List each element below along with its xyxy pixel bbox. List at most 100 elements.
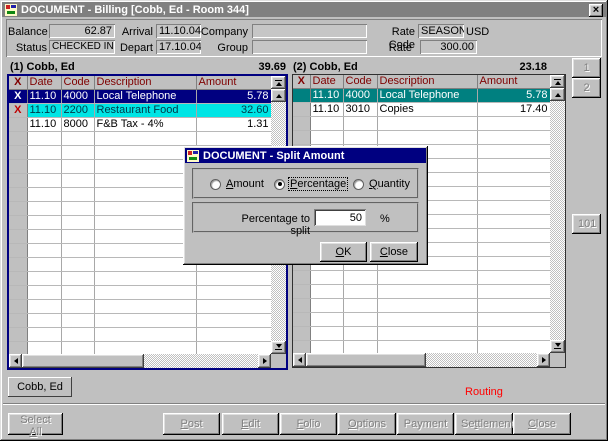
cell-description[interactable]: [94, 327, 196, 341]
cell-date[interactable]: 11.10: [27, 89, 61, 103]
cell-description[interactable]: [377, 312, 477, 326]
dialog-close-button[interactable]: Close: [370, 242, 418, 262]
cell-date[interactable]: [27, 131, 61, 145]
table-row[interactable]: [9, 285, 271, 299]
cell-code[interactable]: 2200: [61, 103, 94, 117]
cell-description[interactable]: Local Telephone: [377, 88, 477, 102]
cell-date[interactable]: [310, 298, 343, 312]
row-select-mark[interactable]: [293, 88, 310, 102]
table-row[interactable]: [9, 341, 271, 355]
row-select-mark[interactable]: [293, 130, 310, 144]
cell-code[interactable]: [343, 312, 377, 326]
cell-code[interactable]: 8000: [61, 117, 94, 131]
row-select-mark[interactable]: [293, 298, 310, 312]
scroll-to-top-icon[interactable]: [271, 76, 286, 89]
row-select-mark[interactable]: X: [9, 103, 27, 117]
row-select-mark[interactable]: [9, 327, 27, 341]
row-select-mark[interactable]: [293, 270, 310, 284]
cell-amount[interactable]: [477, 214, 550, 228]
cell-date[interactable]: [27, 243, 61, 257]
table-row[interactable]: [293, 340, 550, 354]
group-field[interactable]: [252, 40, 367, 54]
cell-code[interactable]: [343, 326, 377, 340]
row-select-mark[interactable]: [9, 131, 27, 145]
row-select-mark[interactable]: [9, 117, 27, 131]
cell-code[interactable]: [61, 187, 94, 201]
table-row[interactable]: [9, 131, 271, 145]
cell-date[interactable]: [310, 130, 343, 144]
table-row[interactable]: [9, 327, 271, 341]
cell-description[interactable]: Local Telephone: [94, 89, 196, 103]
scroll-right-icon[interactable]: [258, 354, 271, 368]
cell-date[interactable]: [310, 312, 343, 326]
table-row[interactable]: 11.103010Copies17.40: [293, 102, 550, 116]
percentage-input[interactable]: [314, 209, 366, 226]
scrollbar-track[interactable]: [426, 353, 537, 367]
cell-code[interactable]: [61, 257, 94, 271]
cell-amount[interactable]: [477, 256, 550, 270]
dialog-titlebar[interactable]: DOCUMENT - Split Amount: [185, 148, 426, 163]
scroll-up-icon[interactable]: [550, 88, 565, 101]
cell-amount[interactable]: [477, 284, 550, 298]
cell-description[interactable]: Copies: [377, 102, 477, 116]
scrollbar-thumb[interactable]: [306, 353, 426, 367]
cell-description[interactable]: [377, 270, 477, 284]
cell-amount[interactable]: [477, 340, 550, 354]
tab-cobb-ed[interactable]: Cobb, Ed: [8, 377, 72, 397]
cell-amount[interactable]: [196, 131, 271, 145]
table-row[interactable]: 11.104000Local Telephone5.78: [293, 88, 550, 102]
cell-code[interactable]: 4000: [61, 89, 94, 103]
cell-amount[interactable]: [477, 144, 550, 158]
cell-amount[interactable]: [196, 327, 271, 341]
close-icon[interactable]: ×: [589, 4, 603, 17]
cell-amount[interactable]: [477, 186, 550, 200]
cell-description[interactable]: [377, 298, 477, 312]
cell-description[interactable]: [94, 299, 196, 313]
radio-button-icon[interactable]: [210, 179, 221, 190]
cell-code[interactable]: [61, 131, 94, 145]
select-all-button[interactable]: Select All: [8, 413, 63, 435]
row-select-mark[interactable]: [9, 313, 27, 327]
scroll-left-icon[interactable]: [293, 353, 306, 367]
cell-amount[interactable]: [477, 130, 550, 144]
scroll-to-top-icon[interactable]: [550, 75, 565, 88]
cell-amount[interactable]: [477, 298, 550, 312]
cell-amount[interactable]: [477, 312, 550, 326]
vertical-scrollbar[interactable]: [550, 75, 565, 353]
cell-code[interactable]: [343, 270, 377, 284]
cell-amount[interactable]: [196, 285, 271, 299]
table-row[interactable]: [9, 299, 271, 313]
row-select-mark[interactable]: [9, 187, 27, 201]
cell-code[interactable]: [61, 271, 94, 285]
scroll-left-icon[interactable]: [9, 354, 22, 368]
table-row[interactable]: [293, 298, 550, 312]
row-select-mark[interactable]: [9, 285, 27, 299]
cell-code[interactable]: [61, 313, 94, 327]
cell-code[interactable]: [343, 298, 377, 312]
cell-amount[interactable]: [196, 299, 271, 313]
row-select-mark[interactable]: [293, 312, 310, 326]
cell-amount[interactable]: [196, 271, 271, 285]
table-row[interactable]: 11.108000F&B Tax - 4%1.31: [9, 117, 271, 131]
cell-date[interactable]: [27, 299, 61, 313]
table-row[interactable]: [293, 326, 550, 340]
cell-amount[interactable]: 17.40: [477, 102, 550, 116]
ok-button[interactable]: OK: [320, 242, 367, 262]
cell-amount[interactable]: [477, 228, 550, 242]
cell-code[interactable]: [343, 116, 377, 130]
cell-amount[interactable]: [477, 326, 550, 340]
cell-amount[interactable]: [477, 270, 550, 284]
cell-description[interactable]: [377, 326, 477, 340]
cell-amount[interactable]: 32.60: [196, 103, 271, 117]
row-select-mark[interactable]: [293, 326, 310, 340]
radio-button-icon[interactable]: [353, 179, 364, 190]
cell-description[interactable]: [377, 116, 477, 130]
scroll-to-bottom-icon[interactable]: [271, 341, 286, 354]
cell-amount[interactable]: [477, 242, 550, 256]
cell-description[interactable]: [94, 187, 196, 201]
cell-code[interactable]: [343, 284, 377, 298]
horizontal-scrollbar[interactable]: [293, 353, 550, 367]
cell-code[interactable]: [61, 173, 94, 187]
table-row[interactable]: [293, 130, 550, 144]
cell-description[interactable]: [94, 243, 196, 257]
